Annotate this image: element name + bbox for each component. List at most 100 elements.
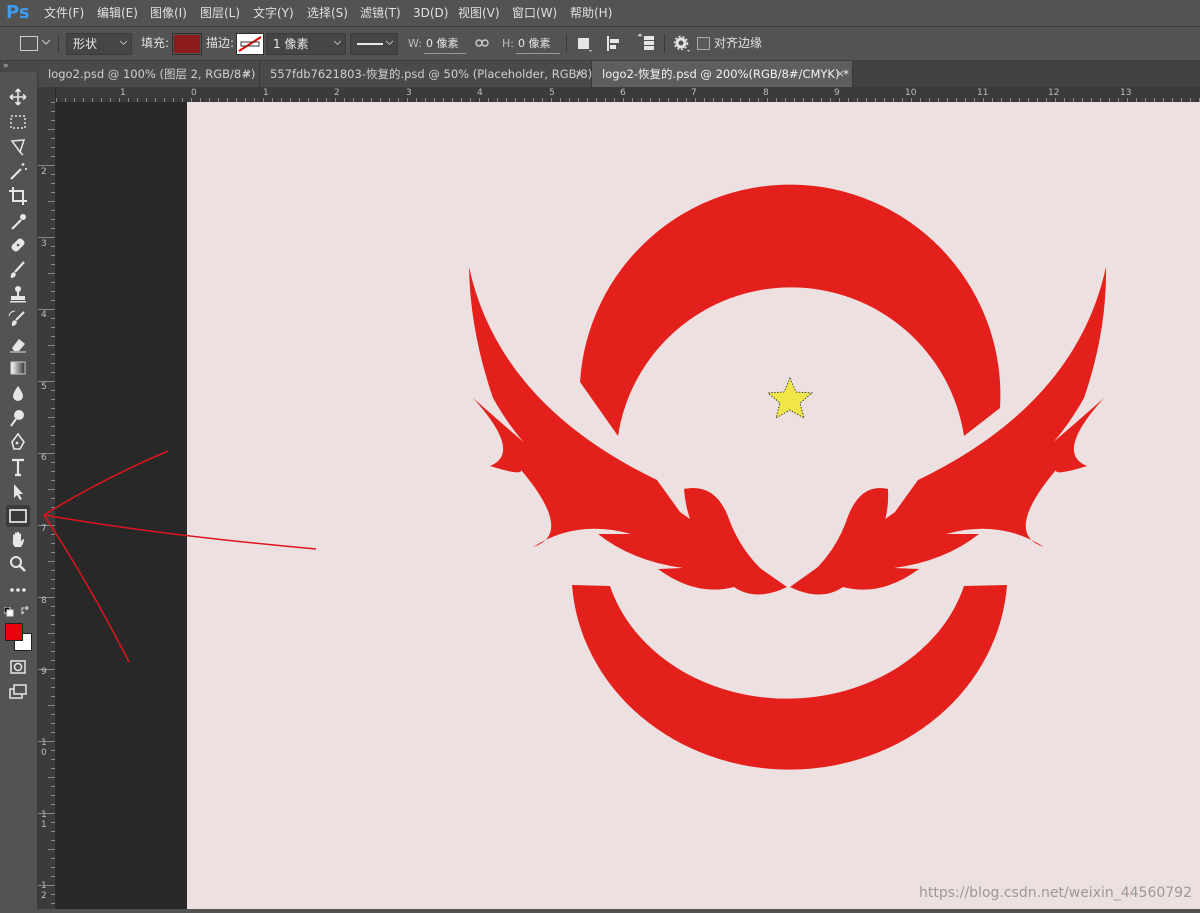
ruler-tick [51,300,55,301]
ruler-label: 1 [120,88,126,98]
stroke-type-dropdown[interactable] [350,33,398,55]
clone-stamp-tool-icon[interactable] [6,283,30,305]
healing-brush-tool-icon[interactable] [6,234,30,256]
ruler-tick [51,588,55,589]
rectangle-tool-preset-icon[interactable] [20,36,38,51]
vertical-ruler[interactable]: 2 3 4 5 6 7 8 9 1 0 1 1 1 2 [38,102,56,909]
menu-type[interactable]: 文字(Y) [253,0,294,26]
history-brush-tool-icon[interactable] [6,308,30,330]
ruler-tick [48,129,55,130]
menu-edit[interactable]: 编辑(E) [97,0,138,26]
menu-filter[interactable]: 滤镜(T) [360,0,401,26]
quick-mask-icon[interactable] [6,656,30,678]
ruler-tick [48,849,55,850]
horizontal-ruler[interactable]: 1 0 1 2 3 4 5 6 7 8 9 10 11 12 13 [38,87,1200,103]
fill-color-swatch[interactable] [172,33,202,55]
path-operations-icon[interactable] [575,35,593,53]
ruler-tick [51,876,55,877]
ruler-tick [51,858,55,859]
zoom-tool-icon[interactable] [6,553,30,575]
menu-select[interactable]: 选择(S) [307,0,348,26]
close-icon[interactable]: × [575,61,584,87]
height-value: 0 像素 [518,37,551,50]
stroke-width-value: 1 像素 [273,37,309,51]
ruler-tick [48,633,55,634]
ruler-origin[interactable] [38,87,56,103]
rectangle-tool-icon[interactable] [6,505,30,527]
menu-view[interactable]: 视图(V) [458,0,500,26]
lasso-tool-icon[interactable] [6,135,30,157]
ruler-tick [51,642,55,643]
menu-layer[interactable]: 图层(L) [200,0,240,26]
document-canvas[interactable]: https://blog.csdn.net/weixin_44560792 [187,102,1200,909]
dodge-tool-icon[interactable] [6,407,30,429]
ruler-tick [51,723,55,724]
height-input[interactable]: 0 像素 [516,34,560,54]
ruler-tick [51,138,55,139]
marquee-tool-icon[interactable] [6,111,30,133]
path-arrangement-icon[interactable] [636,33,658,53]
stroke-label: 描边: [206,36,235,50]
swap-colors-icon[interactable] [21,606,31,616]
ruler-tick [51,750,55,751]
ruler-tick [51,480,55,481]
gradient-tool-icon[interactable] [6,357,30,379]
close-icon[interactable]: × [243,61,252,87]
pen-tool-icon[interactable] [6,431,30,453]
align-edges-checkbox[interactable] [697,37,710,50]
ruler-tick [51,831,55,832]
stroke-color-swatch[interactable] [236,33,264,55]
more-tools-icon[interactable] [6,579,30,601]
width-input[interactable]: 0 像素 [424,34,466,54]
ruler-label: 1 1 [41,810,47,830]
ruler-tick [51,867,55,868]
brush-tool-icon[interactable] [6,259,30,281]
menu-image[interactable]: 图像(I) [150,0,187,26]
type-tool-icon[interactable] [6,456,30,478]
tab-logo2-psd[interactable]: logo2.psd @ 100% (图层 2, RGB/8#) × [38,61,260,87]
path-alignment-icon[interactable] [605,35,623,53]
tab-logo2-recovered-psd[interactable]: logo2-恢复的.psd @ 200%(RGB/8#/CMYK) * × [592,61,853,87]
ruler-tick [51,336,55,337]
ruler-tick [51,516,55,517]
screen-mode-icon[interactable] [6,681,30,703]
ruler-tick [51,102,55,103]
ruler-tick [51,408,55,409]
hand-tool-icon[interactable] [6,529,30,551]
ruler-tick [51,507,55,508]
magic-wand-tool-icon[interactable] [6,160,30,182]
ruler-tick [51,111,55,112]
foreground-color-swatch[interactable] [5,623,23,641]
menu-3d[interactable]: 3D(D) [413,0,448,26]
menu-window[interactable]: 窗口(W) [512,0,557,26]
ruler-tick [51,696,55,697]
panel-collapse-icon[interactable]: » [0,61,40,72]
menu-file[interactable]: 文件(F) [44,0,84,26]
move-tool-icon[interactable] [6,86,30,108]
eraser-tool-icon[interactable] [6,333,30,355]
gear-icon[interactable] [673,35,691,53]
ruler-tick [51,435,55,436]
ruler-tick [38,165,55,166]
stroke-width-field[interactable]: 1 像素 [266,33,346,55]
tab-557fdb-psd[interactable]: 557fdb7621803-恢复的.psd @ 50% (Placeholder… [260,61,602,87]
eyedropper-tool-icon[interactable] [6,210,30,232]
ruler-tick [51,318,55,319]
shape-mode-dropdown[interactable]: 形状 [66,33,132,55]
divider [664,34,665,53]
ruler-label: 6 [41,453,47,463]
menu-help[interactable]: 帮助(H) [570,0,612,26]
crop-tool-icon[interactable] [6,185,30,207]
path-selection-tool-icon[interactable] [6,481,30,503]
ruler-tick [51,615,55,616]
default-colors-icon[interactable] [4,607,14,617]
link-icon[interactable] [475,38,489,48]
ruler-label: 1 0 [41,738,47,758]
close-icon[interactable]: × [836,61,845,87]
blur-tool-icon[interactable] [6,382,30,404]
ruler-tick [51,543,55,544]
ruler-tick [51,534,55,535]
ruler-tick [51,840,55,841]
ruler-tick [51,624,55,625]
ruler-tick [51,390,55,391]
